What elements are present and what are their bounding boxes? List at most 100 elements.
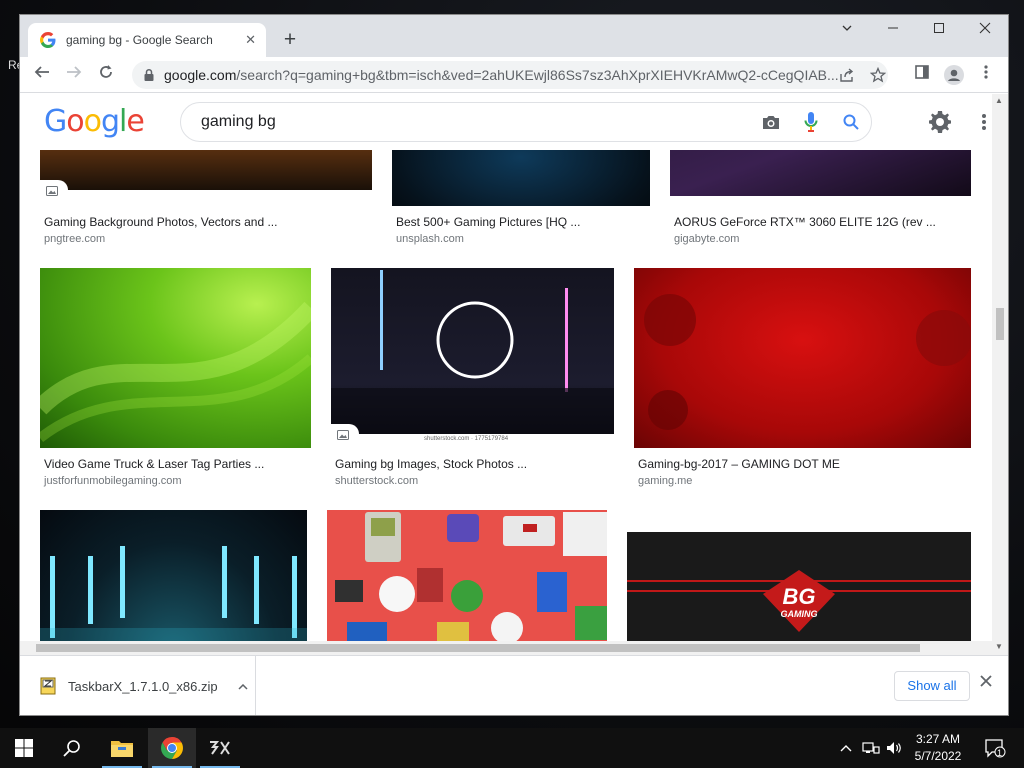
- address-bar[interactable]: google.com/search?q=gaming+bg&tbm=isch&v…: [132, 61, 888, 89]
- chrome-menu-icon[interactable]: [976, 65, 996, 85]
- result-image-bg-gaming-logo[interactable]: BG GAMING: [627, 532, 971, 655]
- search-icon[interactable]: [831, 102, 871, 142]
- microphone-icon[interactable]: [791, 102, 831, 142]
- zip-file-icon: [40, 677, 56, 695]
- red-orbs-art: [644, 294, 971, 430]
- url-text[interactable]: google.com/search?q=gaming+bg&tbm=isch&v…: [164, 67, 844, 83]
- result-source[interactable]: justforfunmobilegaming.com: [44, 475, 182, 487]
- horizontal-scroll-thumb[interactable]: [36, 644, 920, 652]
- neon-bars-art: [40, 546, 307, 655]
- file-explorer-button[interactable]: [98, 728, 146, 768]
- image-watermark: shutterstock.com · 1775179784: [424, 436, 509, 442]
- neon-circle-art: [331, 270, 614, 434]
- tab-strip: gaming bg - Google Search ✕ +: [20, 15, 1008, 57]
- image-badge: [40, 180, 68, 202]
- back-button[interactable]: [30, 63, 54, 87]
- result-source[interactable]: gaming.me: [638, 475, 692, 487]
- chrome-logo-icon: [161, 737, 183, 759]
- network-icon[interactable]: [860, 728, 882, 768]
- search-input[interactable]: gaming bg: [180, 102, 872, 142]
- google-favicon-icon: [40, 32, 56, 48]
- result-title[interactable]: AORUS GeForce RTX™ 3060 ELITE 12G (rev .…: [674, 215, 936, 229]
- windows-logo-icon: [15, 739, 33, 757]
- maximize-button[interactable]: [916, 15, 962, 45]
- result-image-neon-circle[interactable]: [331, 268, 614, 434]
- share-icon[interactable]: [840, 68, 856, 82]
- notification-icon: [985, 739, 1006, 758]
- green-swirl-art: [40, 301, 311, 442]
- page-content: Gaming Background Photos, Vectors and ..…: [20, 94, 992, 655]
- profile-avatar-icon[interactable]: [944, 65, 964, 85]
- lock-icon[interactable]: [142, 68, 156, 82]
- result-title[interactable]: Gaming-bg-2017 – GAMING DOT ME: [638, 457, 840, 471]
- windows-taskbar: 3:27 AM 5/7/2022 1: [0, 728, 1024, 768]
- back-arrow-icon: [34, 66, 49, 78]
- horizontal-scrollbar[interactable]: [20, 641, 992, 655]
- result-image-neon-bars[interactable]: [40, 510, 307, 655]
- new-tab-button[interactable]: +: [276, 27, 304, 55]
- logo-letter: g: [100, 104, 120, 139]
- reload-button[interactable]: [94, 63, 118, 87]
- forward-arrow-icon: [67, 66, 82, 78]
- result-image-green-bg[interactable]: [40, 268, 311, 448]
- scroll-up-icon[interactable]: ▲: [995, 96, 1003, 105]
- download-shelf: TaskbarX_1.7.1.0_x86.zip Show all: [20, 655, 1008, 715]
- taskbarx-app-button[interactable]: [196, 728, 244, 768]
- search-header: Google gaming bg: [20, 94, 992, 150]
- result-image-retro-collage[interactable]: [327, 510, 607, 655]
- action-center-button[interactable]: 1: [980, 728, 1010, 768]
- scroll-down-icon[interactable]: ▼: [995, 642, 1003, 651]
- image-badge: [331, 424, 359, 446]
- browser-window: gaming bg - Google Search ✕ + google.com…: [20, 15, 1008, 715]
- reload-icon: [100, 65, 112, 78]
- logo-letter: o: [83, 104, 102, 139]
- close-window-button[interactable]: [962, 15, 1008, 45]
- image-icon: [337, 430, 349, 440]
- camera-icon[interactable]: [751, 102, 791, 142]
- result-source[interactable]: gigabyte.com: [674, 233, 739, 245]
- retro-games-collage-art: [335, 512, 607, 655]
- side-panel-icon[interactable]: [912, 65, 932, 85]
- start-button[interactable]: [0, 728, 48, 768]
- tab-search-icon[interactable]: [824, 15, 870, 45]
- notification-count-badge: 1: [997, 748, 1003, 758]
- tab-title: gaming bg - Google Search: [66, 33, 213, 47]
- result-title[interactable]: Gaming Background Photos, Vectors and ..…: [44, 215, 277, 229]
- browser-toolbar: google.com/search?q=gaming+bg&tbm=isch&v…: [20, 57, 1008, 93]
- result-title[interactable]: Video Game Truck & Laser Tag Parties ...: [44, 457, 264, 471]
- result-source[interactable]: pngtree.com: [44, 233, 105, 245]
- bookmark-star-icon[interactable]: [870, 67, 886, 83]
- taskbarx-logo-icon: [210, 741, 230, 755]
- bg-logo-text: BG: [782, 584, 816, 609]
- url-path: /search?q=gaming+bg&tbm=isch&ved=2ahUKEw…: [236, 67, 839, 83]
- chrome-taskbar-button[interactable]: [148, 728, 196, 768]
- taskbar-search-button[interactable]: [48, 728, 96, 768]
- forward-button[interactable]: [62, 63, 86, 87]
- logo-letter: e: [126, 104, 144, 139]
- show-all-button[interactable]: Show all: [894, 671, 970, 701]
- vertical-scrollbar[interactable]: ▲ ▼: [992, 94, 1008, 655]
- tab-close-icon[interactable]: ✕: [245, 32, 256, 48]
- settings-gear-icon[interactable]: [928, 110, 952, 134]
- search-icon: [63, 740, 80, 757]
- folder-icon: [111, 741, 133, 757]
- tab-google-search[interactable]: gaming bg - Google Search ✕: [28, 23, 266, 57]
- result-source[interactable]: shutterstock.com: [335, 475, 418, 487]
- download-item[interactable]: TaskbarX_1.7.1.0_x86.zip: [20, 656, 256, 715]
- chevron-up-icon[interactable]: [238, 679, 248, 693]
- result-title[interactable]: Gaming bg Images, Stock Photos ...: [335, 457, 527, 471]
- result-source[interactable]: unsplash.com: [396, 233, 464, 245]
- vertical-scroll-thumb[interactable]: [996, 308, 1004, 340]
- taskbar-clock[interactable]: 3:27 AM 5/7/2022: [906, 731, 970, 765]
- show-hidden-icons-chevron-icon[interactable]: [836, 728, 856, 768]
- result-image-red-bg[interactable]: [634, 268, 971, 448]
- close-shelf-icon[interactable]: [980, 674, 992, 692]
- google-logo[interactable]: Google: [44, 104, 145, 139]
- search-query[interactable]: gaming bg: [201, 113, 751, 131]
- result-title[interactable]: Best 500+ Gaming Pictures [HQ ...: [396, 215, 580, 229]
- logo-letter: o: [66, 104, 84, 139]
- volume-icon[interactable]: [884, 728, 906, 768]
- google-apps-icon[interactable]: [978, 110, 990, 134]
- minimize-button[interactable]: [870, 15, 916, 45]
- clock-time: 3:27 AM: [915, 732, 961, 746]
